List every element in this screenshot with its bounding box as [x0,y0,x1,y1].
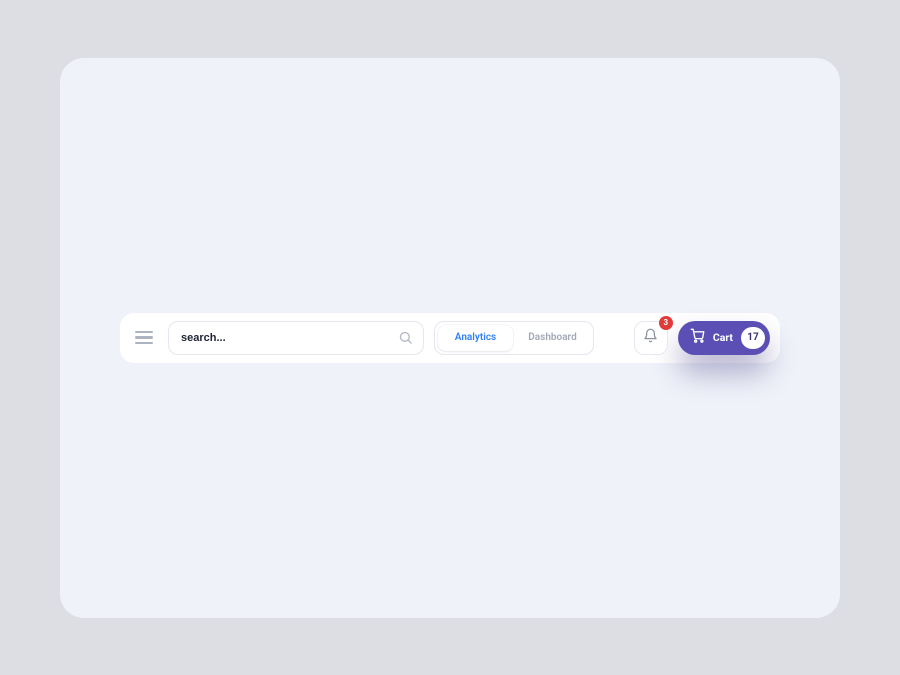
menu-button[interactable] [130,324,158,352]
search-field[interactable] [168,321,424,355]
tab-analytics[interactable]: Analytics [438,325,513,351]
notifications-button[interactable]: 3 [634,321,668,355]
toolbar: Analytics Dashboard 3 Cart 17 [120,313,780,363]
search-icon [398,330,413,345]
bell-icon [643,328,658,347]
cart-icon [690,328,705,347]
view-tabs: Analytics Dashboard [434,321,594,355]
cart-button[interactable]: Cart 17 [678,321,770,355]
cart-count-badge: 17 [741,327,765,349]
tab-dashboard[interactable]: Dashboard [515,325,590,351]
app-card: Analytics Dashboard 3 Cart 17 [60,58,840,618]
notifications-badge: 3 [659,316,673,330]
cart-label: Cart [713,331,733,344]
search-input[interactable] [181,332,390,344]
